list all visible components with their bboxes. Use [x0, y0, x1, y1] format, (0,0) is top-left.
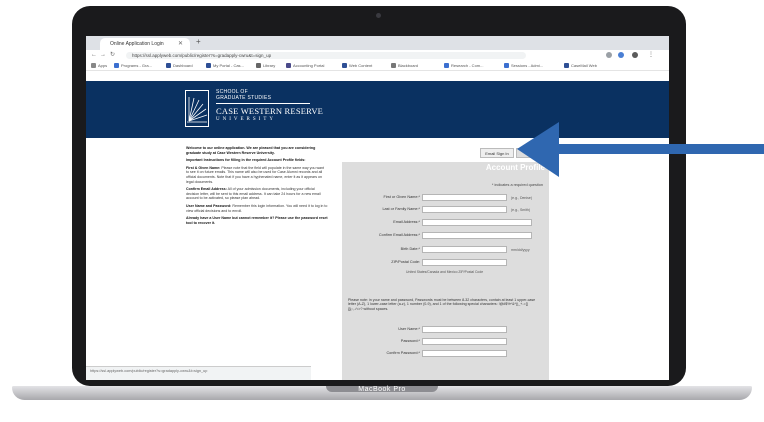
bookmark-icon: [342, 63, 347, 68]
logo-university-sub: UNIVERSITY: [216, 117, 276, 122]
logo-divider: [216, 103, 310, 104]
bookmark-icon: [504, 63, 509, 68]
email-input[interactable]: [422, 219, 532, 226]
confirm-email-label: Confirm Email Address:*: [378, 233, 420, 237]
address-bar[interactable]: https://ssl.applyweb.com/public/register…: [126, 52, 526, 59]
apps-icon: [91, 63, 96, 68]
birth-date-input[interactable]: [422, 246, 507, 253]
profile-avatar[interactable]: [632, 52, 638, 58]
names-heading: First & Given Name:: [186, 165, 221, 170]
password-label: Password:*: [400, 339, 420, 343]
zip-input[interactable]: [422, 259, 507, 266]
already-text: Already have a User Name but cannot reme…: [186, 216, 328, 225]
password-input[interactable]: [422, 338, 507, 345]
sign-in-button[interactable]: Email Sign In: [480, 148, 514, 158]
intro-text: Welcome to our online application. We ar…: [186, 146, 328, 228]
birth-date-hint: mm/dd/yyyy: [511, 248, 530, 252]
bookmark-icon: [256, 63, 261, 68]
account-profile-title: Account Profile: [485, 163, 545, 172]
bookmark-icon: [206, 63, 211, 68]
first-name-label: First or Given Name:*: [383, 195, 420, 199]
bookmark-item[interactable]: My Portal - Cas...: [213, 61, 244, 70]
welcome-text: Welcome to our online application. We ar…: [186, 146, 316, 155]
confirm-password-label: Confirm Password:*: [386, 351, 420, 355]
bookmark-item[interactable]: Web Content: [349, 61, 372, 70]
bookmark-item[interactable]: Library: [263, 61, 275, 70]
logo-graduate-studies: GRADUATE STUDIES: [216, 95, 272, 101]
bookmark-icon: [166, 63, 171, 68]
status-bar: https://ssl.applyweb.com/public/register…: [86, 366, 311, 380]
forward-icon[interactable]: →: [100, 50, 106, 61]
laptop-model-label: MacBook Pro: [358, 386, 406, 393]
username-label: User Name:*: [398, 327, 420, 331]
bookmark-item[interactable]: Accounting Portal: [293, 61, 324, 70]
sunburst-logo-icon: [187, 97, 208, 123]
reload-icon[interactable]: ↻: [110, 50, 115, 61]
bookmark-item[interactable]: Research - Com...: [451, 61, 483, 70]
bookmark-icon: [391, 63, 396, 68]
logo-university-name: CASE WESTERN RESERVE: [216, 106, 324, 116]
zip-label: ZIP/Postal Code:: [391, 260, 420, 264]
last-name-hint: (e.g., Smith): [511, 208, 531, 212]
bookmark-star-icon[interactable]: [606, 52, 612, 58]
bookmark-icon: [114, 63, 119, 68]
last-name-label: Last or Family Name:*: [382, 207, 420, 211]
email-label: Email Address:*: [393, 220, 420, 224]
extension-icon[interactable]: [618, 52, 624, 58]
laptop-screen: Online Application Login ✕ + ← → ↻ https…: [86, 36, 669, 380]
browser-tab[interactable]: Online Application Login: [100, 38, 190, 50]
confirm-password-input[interactable]: [422, 350, 507, 357]
menu-icon[interactable]: ⋮: [648, 50, 654, 61]
bookmark-icon: [286, 63, 291, 68]
bookmark-item[interactable]: CaseMail Web: [571, 61, 597, 70]
birth-date-label: Birth Date:*: [400, 247, 420, 251]
zip-note: United States/Canada and Mexico ZIP/Post…: [406, 270, 484, 274]
camera-icon: [376, 13, 381, 18]
new-tab-icon[interactable]: +: [196, 37, 201, 46]
password-requirements: Please note: in your name and password, …: [348, 298, 536, 311]
username-input[interactable]: [422, 326, 507, 333]
bookmark-item[interactable]: Programs - Gra...: [121, 61, 152, 70]
bookmark-item[interactable]: Sessions - Admi...: [511, 61, 543, 70]
last-name-input[interactable]: [422, 206, 507, 213]
user-heading: User Name and Password:: [186, 203, 232, 208]
confirm-email-input[interactable]: [422, 232, 532, 239]
first-name-hint: (e.g., Denise): [511, 196, 533, 200]
email-heading: Confirm Email Address:: [186, 187, 227, 192]
bookmark-item[interactable]: Dashboard: [173, 61, 193, 70]
back-icon[interactable]: ←: [91, 50, 97, 61]
tab-close-icon[interactable]: ✕: [178, 38, 183, 50]
required-note: * indicates a required question: [491, 183, 543, 187]
arrow-icon: [517, 122, 764, 177]
important-heading: Important Instructions for filling in th…: [186, 158, 306, 163]
bookmark-icon: [564, 63, 569, 68]
bookmark-item[interactable]: Blackboard: [398, 61, 418, 70]
bookmark-item[interactable]: Apps: [98, 61, 107, 70]
bookmark-icon: [444, 63, 449, 68]
first-name-input[interactable]: [422, 194, 507, 201]
